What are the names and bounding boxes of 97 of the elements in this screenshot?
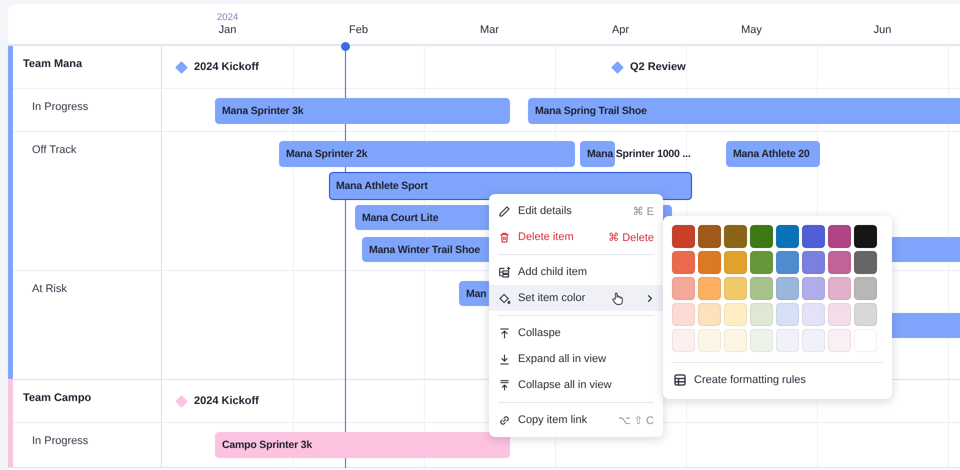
shortcut-text: ⌘ Delete <box>608 230 654 244</box>
color-swatch[interactable] <box>776 329 799 352</box>
timeline-bar[interactable] <box>580 141 615 167</box>
color-swatch[interactable] <box>750 303 773 326</box>
year-label: 2024 <box>217 12 238 23</box>
color-swatch[interactable] <box>698 303 721 326</box>
bar-label: Mana Spring Trail Shoe <box>535 105 647 117</box>
color-swatch[interactable] <box>698 251 721 274</box>
bar-label: Mana Winter Trail Shoe <box>369 244 480 256</box>
color-swatch[interactable] <box>854 303 877 326</box>
arrow-down-to-line-icon <box>498 352 511 366</box>
color-swatch[interactable] <box>698 277 721 300</box>
color-swatch[interactable] <box>776 251 799 274</box>
color-swatch[interactable] <box>750 329 773 352</box>
milestone-label: 2024 Kickoff <box>194 395 259 407</box>
color-swatch[interactable] <box>802 277 825 300</box>
color-swatch[interactable] <box>802 329 825 352</box>
menu-item[interactable]: Create formatting rules <box>672 369 808 391</box>
pencil-icon <box>498 204 511 218</box>
bar-label: Mana Sprinter 1000 ... <box>587 148 691 160</box>
lane-name: Off Track <box>32 144 76 156</box>
paint-bucket-icon <box>498 292 511 304</box>
color-swatch[interactable] <box>672 303 695 326</box>
bar-label: Campo Sprinter 3k <box>222 439 312 451</box>
color-swatch[interactable] <box>724 329 747 352</box>
trash-icon <box>498 230 511 244</box>
color-swatch[interactable] <box>776 225 799 248</box>
bar-label: Mana Athlete Sport <box>336 180 428 192</box>
bar-label: Mana Athlete 20 <box>733 148 810 160</box>
color-swatch[interactable] <box>724 303 747 326</box>
add-child-icon <box>498 266 511 278</box>
color-swatch[interactable] <box>802 303 825 326</box>
lane-name: In Progress <box>32 435 88 447</box>
bar-label: Man <box>466 288 486 300</box>
color-swatch[interactable] <box>776 277 799 300</box>
bar-label: Mana Sprinter 3k <box>222 105 304 117</box>
milestone-label: Q2 Review <box>630 61 686 73</box>
color-swatch[interactable] <box>724 225 747 248</box>
group-name: Team Mana <box>23 58 82 70</box>
menu-item[interactable]: Edit details ⌘ E <box>489 198 663 224</box>
color-swatch[interactable] <box>672 277 695 300</box>
color-swatch[interactable] <box>828 329 851 352</box>
milestone-icon[interactable] <box>611 60 624 74</box>
month-label: Jan <box>218 24 238 36</box>
timeline-bar[interactable] <box>279 141 575 167</box>
color-swatch[interactable] <box>828 303 851 326</box>
lane-name: At Risk <box>32 283 67 295</box>
color-swatch[interactable] <box>776 303 799 326</box>
color-swatch[interactable] <box>672 329 695 352</box>
menu-item[interactable]: Collaspe <box>489 320 663 346</box>
color-swatch[interactable] <box>854 277 877 300</box>
hand-cursor-icon <box>611 292 624 305</box>
color-swatch[interactable] <box>828 277 851 300</box>
color-swatch[interactable] <box>828 225 851 248</box>
timeline-bar[interactable] <box>215 98 510 124</box>
color-swatch[interactable] <box>802 225 825 248</box>
color-swatch[interactable] <box>724 277 747 300</box>
group-name: Team Campo <box>23 392 92 404</box>
menu-item[interactable]: Add child item <box>489 259 663 285</box>
shortcut-text: ⌘ E <box>632 204 654 218</box>
color-swatch[interactable] <box>698 225 721 248</box>
color-swatch[interactable] <box>854 225 877 248</box>
menu-item[interactable]: Expand all in view <box>489 346 663 372</box>
color-swatch[interactable] <box>750 251 773 274</box>
arrow-up-to-line-icon <box>498 326 511 340</box>
milestone-icon[interactable] <box>175 60 188 74</box>
menu-item[interactable]: Collapse all in view <box>489 372 663 398</box>
arrow-up-lines-icon <box>498 378 511 392</box>
milestone-icon[interactable] <box>175 394 188 408</box>
milestone-label: 2024 Kickoff <box>194 61 259 73</box>
month-label: May <box>740 24 763 36</box>
bar-label: Mana Court Lite <box>362 212 438 224</box>
month-label: Apr <box>610 24 630 36</box>
timeline-bar[interactable] <box>726 141 820 167</box>
month-label: Feb <box>348 24 369 36</box>
color-swatch[interactable] <box>672 225 695 248</box>
timeline-bar[interactable] <box>528 98 960 124</box>
link-icon <box>498 414 511 426</box>
color-swatch[interactable] <box>724 251 747 274</box>
timeline-bar[interactable] <box>215 432 510 458</box>
color-swatch[interactable] <box>698 329 721 352</box>
shortcut-text: ⌥ ⇧ C <box>618 414 654 426</box>
bar-label: Mana Sprinter 2k <box>286 148 368 160</box>
color-swatch[interactable] <box>802 251 825 274</box>
color-swatch[interactable] <box>750 225 773 248</box>
color-swatch[interactable] <box>828 251 851 274</box>
month-label: Mar <box>479 24 500 36</box>
color-swatch[interactable] <box>854 251 877 274</box>
menu-item[interactable]: Set item color <box>489 285 663 311</box>
color-swatch[interactable] <box>750 277 773 300</box>
menu-item[interactable]: Delete item ⌘ Delete <box>489 224 663 250</box>
chevron-right-icon <box>645 294 654 302</box>
month-label: Jun <box>872 24 892 36</box>
color-swatch[interactable] <box>672 251 695 274</box>
menu-item[interactable]: Copy item link ⌥ ⇧ C <box>489 407 663 433</box>
table-icon <box>674 374 686 386</box>
lane-name: In Progress <box>32 101 88 113</box>
